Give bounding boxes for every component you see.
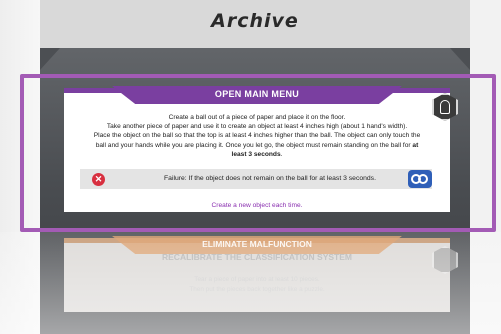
archive-title: Archive bbox=[211, 10, 299, 32]
header-slant-left bbox=[40, 48, 60, 70]
selection-frame bbox=[20, 74, 496, 232]
header-slant-right bbox=[450, 48, 470, 70]
next-card-instructions: Tear a piece of paper into at least 10 p… bbox=[72, 275, 442, 295]
next-card-subtitle: RECALIBRATE THE CLASSIFICATION SYSTEM bbox=[162, 252, 352, 262]
instruction-line: Then put the pieces back together like a… bbox=[189, 286, 325, 293]
next-card-title: ELIMINATE MALFUNCTION bbox=[202, 239, 312, 249]
instruction-line: Tear a piece of paper into at least 10 p… bbox=[194, 276, 320, 283]
